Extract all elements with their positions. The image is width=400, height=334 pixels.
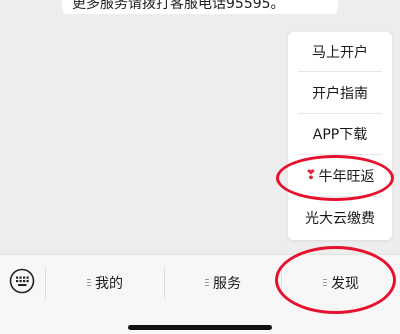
menu-item-label: 光大云缴费 <box>305 210 375 227</box>
menu-item-new-year-rewards[interactable]: ❣ 牛年旺返 <box>288 155 392 197</box>
keyboard-icon <box>9 268 35 294</box>
tab-label: 服务 <box>213 276 241 292</box>
keyboard-toggle-button[interactable] <box>8 267 36 295</box>
tab-discover[interactable]: 发现 <box>282 267 400 299</box>
bottom-tab-bar: 我的 服务 发现 <box>0 254 400 334</box>
menu-item-open-account[interactable]: 马上开户 <box>288 32 392 72</box>
tab-mine[interactable]: 我的 <box>46 267 164 299</box>
submenu-icon <box>205 278 209 286</box>
tab-services[interactable]: 服务 <box>165 267 281 299</box>
discover-popup-menu: 马上开户 开户指南 APP下载 ❣ 牛年旺返 光大云缴费 <box>288 32 392 240</box>
menu-item-label: APP下载 <box>312 127 368 144</box>
menu-item-account-guide[interactable]: 开户指南 <box>288 72 392 114</box>
menu-item-app-download[interactable]: APP下载 <box>288 114 392 156</box>
submenu-icon <box>323 278 327 286</box>
menu-item-label: 开户指南 <box>312 85 368 102</box>
menu-item-label: 牛年旺返 <box>318 168 375 185</box>
home-indicator <box>128 325 272 330</box>
chat-message-text: 更多服务请拨打客服电话95595。 <box>72 0 285 12</box>
menu-item-cloud-payment[interactable]: 光大云缴费 <box>288 197 392 239</box>
heart-exclamation-icon: ❣ <box>305 168 317 184</box>
submenu-icon <box>87 278 91 286</box>
tab-label: 我的 <box>95 276 123 292</box>
tab-label: 发现 <box>331 276 359 292</box>
chat-message-bubble: 更多服务请拨打客服电话95595。 <box>62 0 338 14</box>
menu-item-label: 马上开户 <box>312 45 368 61</box>
